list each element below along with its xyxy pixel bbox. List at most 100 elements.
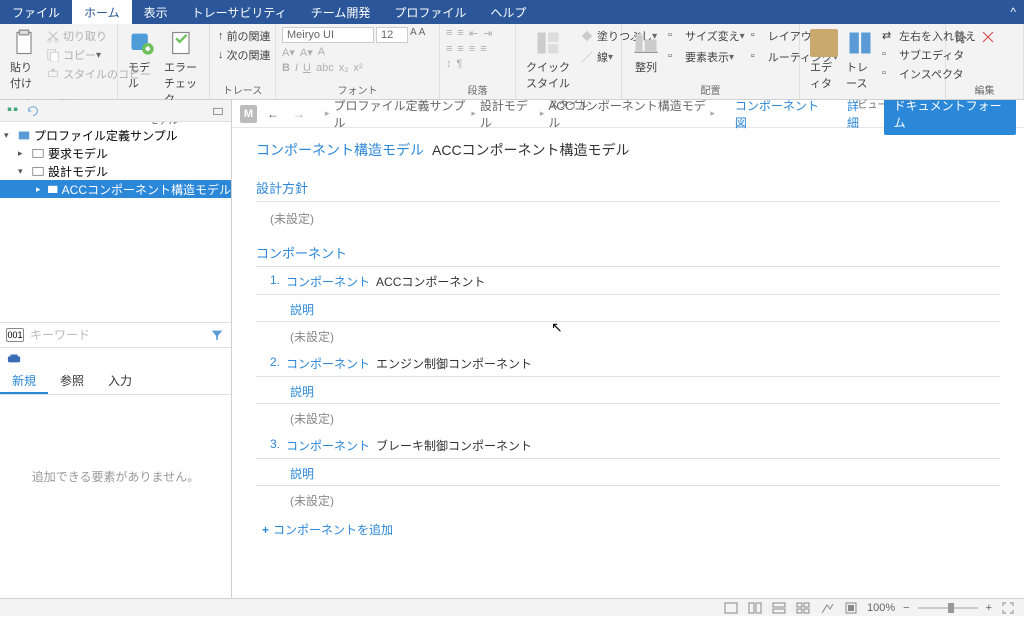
resize-label: サイズ変え [685,28,740,44]
editor-label: エディタ [810,59,838,91]
zoom-out-button[interactable]: − [903,602,909,614]
component-2-heading[interactable]: 2.コンポーネントエンジン制御コンポーネント [256,349,1000,377]
error-check-button[interactable]: エラーチェック [160,27,203,109]
line-spacing-icon[interactable]: ↕ [446,58,452,70]
tree-design-label: 設計モデル [48,163,108,180]
tab-view[interactable]: 表示 [132,0,180,24]
para-marks-icon[interactable]: ¶ [457,58,463,70]
tree-acc[interactable]: ▸ACCコンポーネント構造モデル [0,180,231,198]
quick-style-button[interactable]: クイック スタイル [522,27,574,93]
align-left-icon[interactable]: ≡ [446,43,452,55]
crumb-design[interactable]: 設計モデル [480,100,536,131]
justify-icon[interactable]: ≡ [480,43,486,55]
outdent-icon[interactable]: ⇤ [469,27,478,40]
component-1-name: ACCコンポーネント [376,273,485,290]
font-grow-icon[interactable]: A [410,27,417,43]
tree-sync-icon[interactable] [26,104,40,118]
status-view6-icon[interactable] [843,600,859,616]
tree-filter-icon[interactable] [211,104,225,118]
paste-button[interactable]: 貼り付け [6,27,42,93]
component-1-desc-heading: 説明 [256,295,1000,322]
tab-file[interactable]: ファイル [0,0,72,24]
search-filter-icon[interactable] [209,328,225,342]
tab-help[interactable]: ヘルプ [478,0,538,24]
component-3-heading[interactable]: 3.コンポーネントブレーキ制御コンポーネント [256,431,1000,459]
tree-design[interactable]: ▾設計モデル [0,162,231,180]
qa-tab-ref[interactable]: 参照 [48,368,96,394]
component-3-type: コンポーネント [286,437,370,454]
help-icon[interactable]: ^ [1002,0,1024,24]
trace-view-button[interactable]: トレース [842,27,878,93]
component-2-desc-heading: 説明 [256,377,1000,404]
component-2-type: コンポーネント [286,355,370,372]
tree-collapse-icon[interactable] [6,104,20,118]
next-relation-button[interactable]: ↓ 次の関連 [216,46,273,64]
nav-back-button[interactable]: ← [263,105,283,123]
prev-relation-button[interactable]: ↑ 前の関連 [216,27,273,45]
keyword-input[interactable] [24,326,209,344]
clear-format-icon[interactable]: A [318,46,325,59]
font-color-icon[interactable]: A▾ [282,46,295,59]
component-2-num: 2. [270,355,280,372]
status-view2-icon[interactable] [747,600,763,616]
status-view3-icon[interactable] [771,600,787,616]
editor-button[interactable]: エディタ [806,27,842,93]
superscript-button[interactable]: x² [354,62,363,74]
qa-tab-input[interactable]: 入力 [96,368,144,394]
align-center-icon[interactable]: ≡ [457,43,463,55]
align-right-icon[interactable]: ≡ [469,43,475,55]
close-icon[interactable] [980,29,996,45]
highlight-icon[interactable]: A▾ [300,46,313,59]
resize-button[interactable]: ▫サイズ変え▾ [666,27,747,45]
font-name-select[interactable]: Meiryo UI [282,27,374,43]
tab-team[interactable]: チーム開発 [299,0,383,24]
policy-heading: 設計方針 [256,174,1000,202]
policy-unset[interactable]: (未設定) [256,202,1000,231]
align-label: 整列 [635,59,657,75]
mouse-cursor: ↖ [551,319,563,336]
component-2-desc-unset[interactable]: (未設定) [256,404,1000,431]
component-1-heading[interactable]: 1.コンポーネントACCコンポーネント [256,267,1000,295]
status-view5-icon[interactable] [819,600,835,616]
italic-button[interactable]: I [295,62,298,74]
zoom-slider[interactable] [918,607,978,609]
tree-req[interactable]: ▸要求モデル [0,144,231,162]
font-size-select[interactable]: 12 [376,27,408,43]
status-view4-icon[interactable] [795,600,811,616]
tree-root[interactable]: ▾プロファイル定義サンプル [0,126,231,144]
next-relation-label: 次の関連 [227,47,271,63]
font-shrink-icon[interactable]: A [419,27,426,43]
status-view1-icon[interactable] [723,600,739,616]
component-1-desc-unset[interactable]: (未設定) [256,322,1000,349]
zoom-in-button[interactable]: + [986,602,992,614]
status-fit-icon[interactable] [1000,600,1016,616]
component-3-name: ブレーキ制御コンポーネント [376,437,532,454]
underline-button[interactable]: U [303,62,311,74]
number-list-icon[interactable]: ≡ [457,27,463,40]
ribbon-group-paragraph: 段落 [444,82,511,99]
bold-button[interactable]: B [282,62,290,74]
model-button[interactable]: モデル [124,27,160,93]
tab-profile[interactable]: プロファイル [382,0,478,24]
quick-access-icon[interactable] [6,351,22,365]
strike-button[interactable]: abc [316,62,334,74]
pointer-icon[interactable] [954,29,970,45]
tab-home[interactable]: ホーム [72,0,132,24]
add-component-link[interactable]: +コンポーネントを追加 [256,513,1000,538]
subscript-button[interactable]: x₂ [339,62,349,74]
crumb-root[interactable]: プロファイル定義サンプル [333,100,467,131]
component-3-desc-unset[interactable]: (未設定) [256,486,1000,513]
indent-icon[interactable]: ⇥ [483,27,492,40]
qa-tab-new[interactable]: 新規 [0,368,48,394]
crumb-acc[interactable]: ACCコンポーネント構造モデル [548,100,706,131]
collapse-ribbon-icon[interactable] [986,0,1002,24]
nav-forward-button[interactable]: → [289,105,309,123]
tab-trace[interactable]: トレーサビリティ [180,0,299,24]
component-1-num: 1. [270,273,280,290]
align-button[interactable]: 整列 [628,27,664,77]
search-mode-icon[interactable]: 001 [6,328,24,342]
main-editor: M ← → ▸プロファイル定義サンプル ▸設計モデル ▸ACCコンポーネント構造… [232,100,1024,598]
component-3-desc-heading: 説明 [256,459,1000,486]
position-button[interactable]: ▫要素表示▾ [666,48,747,66]
bullet-list-icon[interactable]: ≡ [446,27,452,40]
